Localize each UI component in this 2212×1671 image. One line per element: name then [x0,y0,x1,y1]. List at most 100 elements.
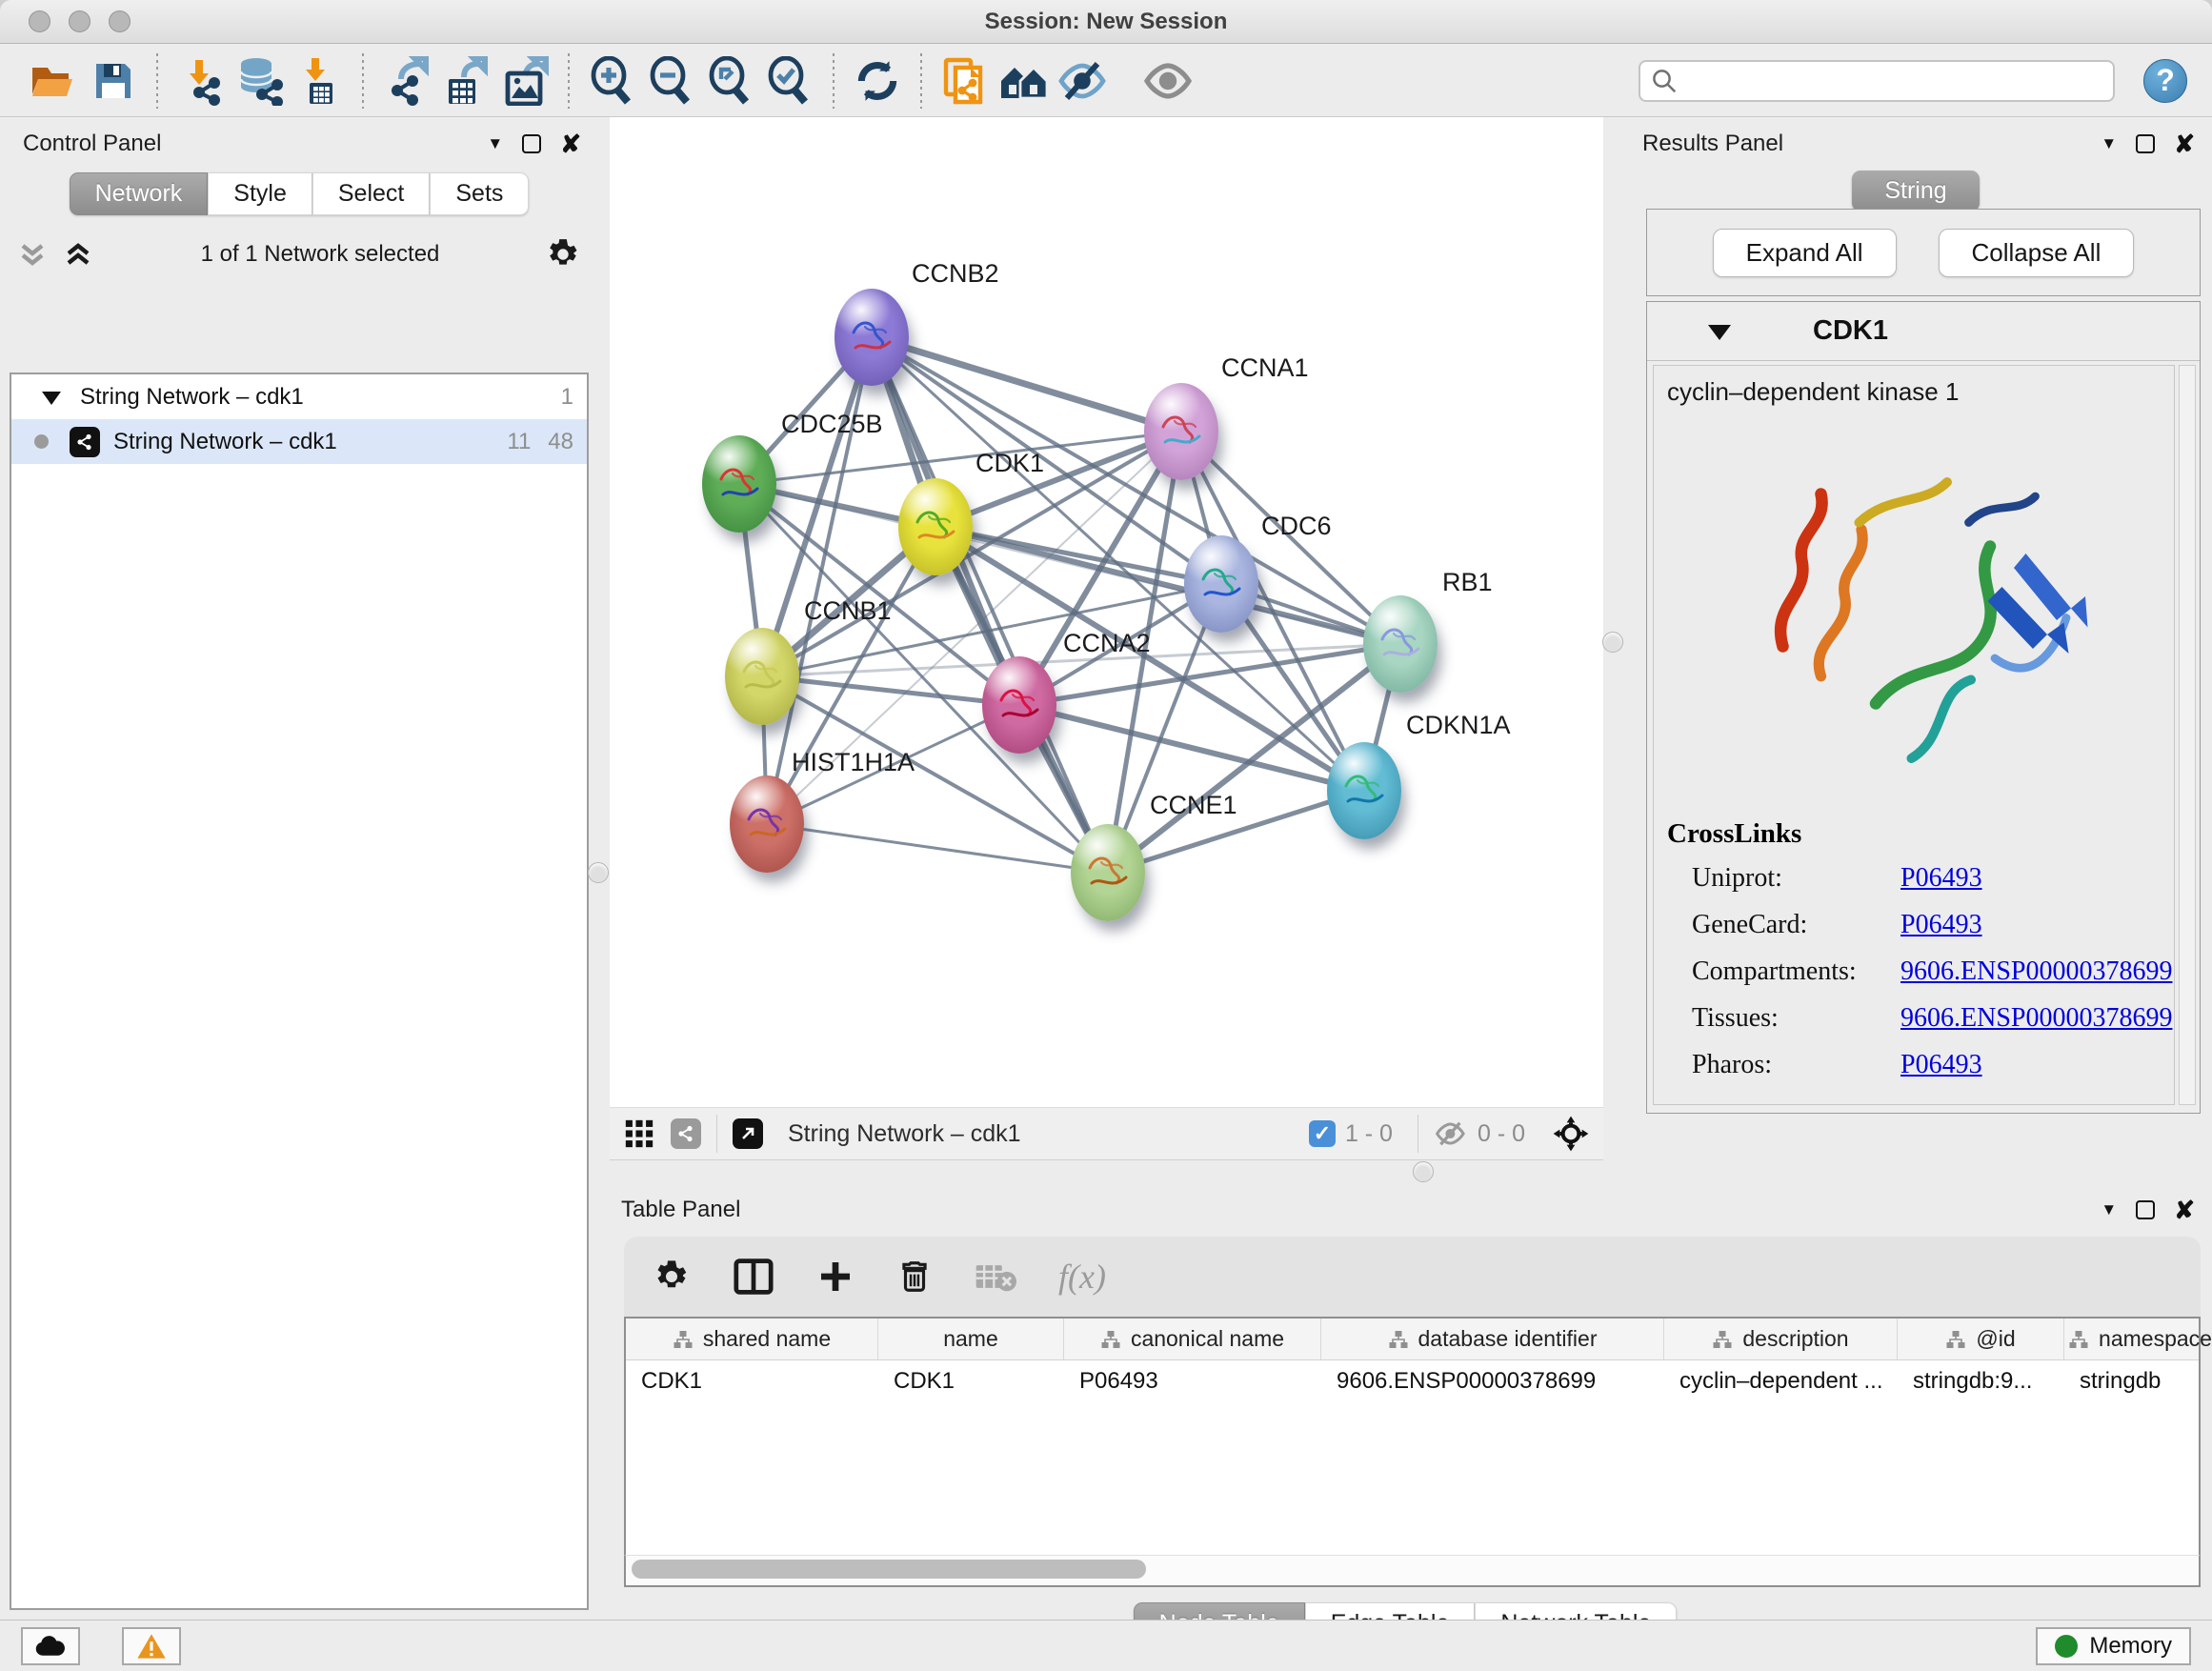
vertical-splitter-handle[interactable] [1602,632,1623,653]
table-panel-title: Table Panel [621,1197,740,1223]
import-table-button[interactable] [290,51,349,111]
copy-document-icon [940,56,990,106]
close-panel-icon[interactable]: ✘ [2174,1200,2195,1219]
collapse-triangle-icon[interactable] [42,390,61,405]
network-row-selected[interactable]: String Network – cdk1 11 48 [11,419,587,464]
apply-layout-button[interactable] [848,51,907,111]
column-header-database-identifier[interactable]: database identifier [1321,1319,1664,1359]
network-node-CCNB1[interactable] [725,628,799,725]
show-all-button[interactable] [1139,51,1198,111]
network-node-CDKN1A[interactable] [1327,742,1401,839]
search-input[interactable] [1686,68,2103,94]
network-node-CDK1[interactable] [898,478,973,575]
export-table-button[interactable] [436,51,495,111]
network-collection-row[interactable]: String Network – cdk1 1 [11,374,587,419]
network-node-CCNE1[interactable] [1071,824,1145,921]
hide-selected-button[interactable] [1054,51,1113,111]
tab-select[interactable]: Select [312,172,430,215]
crosslink-link[interactable]: P06493 [1900,863,1982,894]
node-label-CCNE1: CCNE1 [1150,791,1237,820]
table-cell: stringdb [2064,1360,2212,1404]
add-column-icon[interactable] [816,1258,855,1296]
open-session-button[interactable] [25,51,84,111]
horizontal-splitter-handle[interactable] [1413,1161,1434,1182]
expand-all-button[interactable]: Expand All [1713,229,1897,277]
tab-style[interactable]: Style [208,172,312,215]
float-panel-icon[interactable] [2136,1200,2155,1219]
panel-menu-icon[interactable]: ▼ [2101,1200,2117,1219]
network-type-icon[interactable] [671,1118,701,1149]
network-node-CDC6[interactable] [1184,535,1258,633]
network-view[interactable]: CCNB2CCNA1CDC25BCDK1CDC6RB1CCNB1CCNA2CDK… [610,117,1603,1107]
hidden-eye-icon[interactable] [1434,1119,1468,1148]
results-scrollbar[interactable] [2179,365,2196,1105]
column-header-canonical-name[interactable]: canonical name [1064,1319,1321,1359]
hscrollbar-thumb[interactable] [632,1560,1146,1579]
vertical-splitter-handle[interactable] [588,862,609,883]
expand-all-icon[interactable] [63,240,95,269]
crosslink-link[interactable]: 9606.ENSP00000378699 [1900,956,2172,987]
panel-menu-icon[interactable]: ▼ [487,134,503,153]
crosslink-link[interactable]: P06493 [1900,1050,1982,1080]
crosslink-link[interactable]: 9606.ENSP00000378699 [1900,1003,2172,1034]
tab-sets[interactable]: Sets [430,172,529,215]
function-builder-icon: f(x) [1058,1257,1106,1297]
column-header-@id[interactable]: @id [1898,1319,2064,1359]
column-header-description[interactable]: description [1664,1319,1898,1359]
save-session-button[interactable] [84,51,143,111]
gear-icon[interactable] [545,236,581,272]
cloud-button[interactable] [21,1627,80,1665]
zoom-selected-button[interactable] [760,51,819,111]
tab-network[interactable]: Network [70,172,209,215]
network-node-CCNB2[interactable] [835,289,909,386]
column-header-namespace[interactable]: namespace [2064,1319,2212,1359]
zoom-fit-button[interactable] [701,51,760,111]
close-panel-icon[interactable]: ✘ [2174,134,2195,153]
float-panel-icon[interactable] [522,134,541,153]
export-network-button[interactable] [377,51,436,111]
table-row[interactable]: CDK1CDK1P064939606.ENSP00000378699cyclin… [626,1360,2199,1404]
warnings-button[interactable] [122,1627,181,1665]
float-panel-icon[interactable] [2136,134,2155,153]
import-network-from-database-button[interactable] [231,51,290,111]
network-node-RB1[interactable] [1363,595,1438,693]
show-columns-icon[interactable] [733,1258,774,1296]
column-network-icon [1388,1330,1409,1349]
help-button[interactable]: ? [2143,59,2187,103]
window-title: Session: New Session [0,9,2212,35]
import-network-icon [176,56,226,106]
close-panel-icon[interactable]: ✘ [560,134,581,153]
table-options-gear-icon[interactable] [653,1258,691,1296]
collapse-all-button[interactable]: Collapse All [1939,229,2135,277]
delete-column-icon[interactable] [896,1258,933,1296]
collapse-triangle-icon[interactable] [1708,323,1731,340]
panel-menu-icon[interactable]: ▼ [2101,134,2117,153]
copy-network-button[interactable] [935,51,995,111]
crosslink-label: Pharos: [1667,1050,1900,1080]
grid-icon[interactable] [623,1117,655,1150]
collapse-all-icon[interactable] [17,240,50,269]
import-network-from-file-button[interactable] [171,51,231,111]
column-header-name[interactable]: name [878,1319,1064,1359]
search-icon [1650,67,1679,95]
network-node-CDC25B[interactable] [702,435,776,533]
selected-checkbox[interactable]: ✓ [1309,1120,1336,1147]
network-node-CCNA1[interactable] [1144,383,1218,480]
node-label-CDK1: CDK1 [975,449,1044,478]
network-node-HIST1H1A[interactable] [730,775,804,873]
birds-eye-toggle-icon[interactable] [1552,1115,1590,1153]
crosslink-link[interactable]: P06493 [1900,910,1982,940]
detach-view-button[interactable] [733,1118,763,1149]
network-nodes: CCNB2CCNA1CDC25BCDK1CDC6RB1CCNB1CCNA2CDK… [610,117,1603,1107]
tab-string[interactable]: String [1852,171,1979,211]
memory-button[interactable]: Memory [2036,1627,2191,1665]
table-toolbar: f(x) [624,1237,2201,1317]
column-header-shared-name[interactable]: shared name [626,1319,878,1359]
network-node-CCNA2[interactable] [982,656,1056,754]
protein-header[interactable]: CDK1 [1647,302,2200,361]
export-image-button[interactable] [495,51,554,111]
zoom-in-button[interactable] [583,51,642,111]
first-neighbors-button[interactable] [995,51,1054,111]
table-hscrollbar[interactable] [624,1555,2201,1587]
zoom-out-button[interactable] [642,51,701,111]
